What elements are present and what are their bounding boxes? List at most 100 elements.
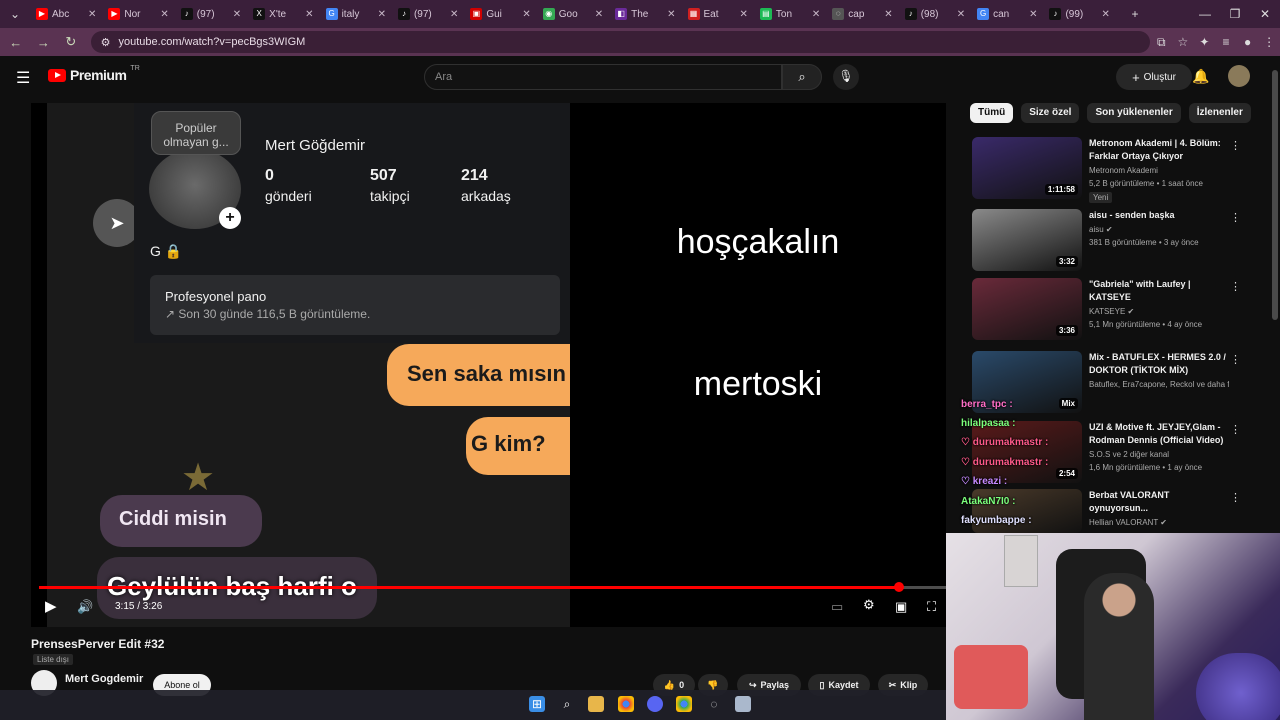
video-title[interactable]: UZI & Motive ft. JEYJEY,Glam - Rodman De… xyxy=(1089,421,1227,447)
tab-close-icon[interactable]: ✕ xyxy=(522,9,530,20)
browser-menu-icon[interactable]: ⋮ xyxy=(1258,35,1280,49)
tab-close-icon[interactable]: ✕ xyxy=(957,9,965,20)
install-app-icon[interactable]: ⧉ xyxy=(1150,35,1172,50)
minimize-icon[interactable]: — xyxy=(1190,7,1220,21)
obs-icon[interactable]: ◌ xyxy=(706,696,722,712)
video-title[interactable]: aisu - senden başka xyxy=(1089,209,1227,222)
chip-recent[interactable]: Son yüklenenler xyxy=(1087,103,1181,123)
video-thumbnail[interactable]: 1:11:58 xyxy=(972,137,1082,199)
video-thumbnail[interactable]: 3:36 xyxy=(972,278,1082,340)
profile-icon[interactable]: ● xyxy=(1237,35,1259,49)
video-title[interactable]: Metronom Akademi | 4. Bölüm: Farklar Ort… xyxy=(1089,137,1227,163)
video-title[interactable]: Berbat VALORANT oynuyorsun... xyxy=(1089,489,1227,515)
browser-tab[interactable]: Gitaly ✕ xyxy=(320,3,392,25)
channel-name-main[interactable]: Mert Gogdemir xyxy=(65,673,143,685)
progress-scrubber[interactable] xyxy=(893,582,904,592)
browser-tab[interactable]: ▣ Gui ✕ xyxy=(464,3,536,25)
chip-for-you[interactable]: Size özel xyxy=(1021,103,1080,123)
chip-all[interactable]: Tümü xyxy=(970,103,1014,123)
recommendation-item[interactable]: 2:54 UZI & Motive ft. JEYJEY,Glam - Rodm… xyxy=(972,421,1241,485)
channel-name[interactable]: Hellian VALORANT ✔ xyxy=(1089,518,1167,527)
close-window-icon[interactable]: ✕ xyxy=(1250,7,1280,21)
tab-close-icon[interactable]: ✕ xyxy=(1101,9,1109,20)
browser-tab[interactable]: ▶ Abc ✕ xyxy=(30,3,102,25)
chrome-profile-icon[interactable] xyxy=(676,696,692,712)
discord-icon[interactable] xyxy=(647,696,663,712)
browser-tab[interactable]: ♪ (99) ✕ xyxy=(1043,3,1115,25)
video-thumbnail[interactable]: 3:32 xyxy=(972,209,1082,271)
video-title[interactable]: "Gabriela" with Laufey | KATSEYE xyxy=(1089,278,1227,304)
account-avatar[interactable] xyxy=(1228,65,1250,87)
search-input[interactable]: Ara xyxy=(424,64,782,90)
more-options-icon[interactable]: ⋮ xyxy=(1230,353,1241,366)
more-options-icon[interactable]: ⋮ xyxy=(1230,280,1241,293)
settings-gear-icon[interactable]: ⚙ xyxy=(863,597,875,613)
forward-icon[interactable]: → xyxy=(32,35,56,50)
taskbar-search-icon[interactable]: ⌕ xyxy=(559,696,575,712)
volume-icon[interactable]: 🔊 xyxy=(77,599,93,615)
video-thumbnail[interactable]: 2:54 xyxy=(972,421,1082,483)
channel-name[interactable]: Batuflex, Era7capone, Reckol ve daha faz… xyxy=(1089,380,1229,389)
recommendation-item[interactable]: 3:36 "Gabriela" with Laufey | KATSEYE KA… xyxy=(972,278,1241,342)
fullscreen-icon[interactable]: ⛶ xyxy=(927,599,936,615)
more-options-icon[interactable]: ⋮ xyxy=(1230,139,1241,152)
channel-name[interactable]: KATSEYE ✔ xyxy=(1089,307,1134,316)
tab-search-icon[interactable]: ⌄ xyxy=(0,7,30,21)
browser-tab[interactable]: ▦ Eat ✕ xyxy=(682,3,754,25)
tab-close-icon[interactable]: ✕ xyxy=(667,9,675,20)
tab-close-icon[interactable]: ✕ xyxy=(595,9,603,20)
site-info-icon[interactable]: ⚙ xyxy=(101,36,111,49)
play-icon[interactable]: ▶ xyxy=(45,597,57,615)
voice-search-icon[interactable]: 🎙 xyxy=(833,64,859,90)
browser-tab[interactable]: ▤ Ton ✕ xyxy=(754,3,826,25)
address-bar[interactable]: ⚙ youtube.com/watch?v=pecBgs3WIGM xyxy=(90,31,1151,53)
chip-watched[interactable]: İzlenenler xyxy=(1188,103,1251,123)
tab-close-icon[interactable]: ✕ xyxy=(160,9,168,20)
back-icon[interactable]: ← xyxy=(4,35,28,50)
tab-close-icon[interactable]: ✕ xyxy=(1029,9,1037,20)
browser-tab[interactable]: X X'te ✕ xyxy=(247,3,319,25)
reload-icon[interactable]: ↻ xyxy=(59,34,83,50)
tab-close-icon[interactable]: ✕ xyxy=(884,9,892,20)
browser-tab[interactable]: ▶ Nor ✕ xyxy=(102,3,174,25)
search-button[interactable]: ⌕ xyxy=(782,64,822,90)
file-explorer-icon[interactable] xyxy=(588,696,604,712)
tab-close-icon[interactable]: ✕ xyxy=(305,9,313,20)
tab-close-icon[interactable]: ✕ xyxy=(378,9,386,20)
more-options-icon[interactable]: ⋮ xyxy=(1230,491,1241,504)
tab-close-icon[interactable]: ✕ xyxy=(233,9,241,20)
start-icon[interactable]: ⊞ xyxy=(529,696,545,712)
chrome-icon[interactable] xyxy=(618,696,634,712)
bookmark-star-icon[interactable]: ☆ xyxy=(1172,35,1194,49)
miniplayer-icon[interactable]: ▣ xyxy=(895,599,907,615)
maximize-icon[interactable]: ❐ xyxy=(1220,7,1250,21)
create-button[interactable]: + Oluştur xyxy=(1116,64,1192,90)
more-options-icon[interactable]: ⋮ xyxy=(1230,211,1241,224)
channel-name[interactable]: S.O.S ve 2 diğer kanal xyxy=(1089,450,1169,459)
browser-tab[interactable]: ◉ Goo ✕ xyxy=(537,3,609,25)
browser-tab[interactable]: ◌ cap ✕ xyxy=(826,3,898,25)
media-controls-icon[interactable]: ≡ xyxy=(1215,35,1237,49)
browser-tab[interactable]: ◧ The ✕ xyxy=(609,3,681,25)
channel-name[interactable]: aisu ✔ xyxy=(1089,225,1113,234)
browser-tab[interactable]: ♪ (97) ✕ xyxy=(392,3,464,25)
browser-tab[interactable]: ♪ (97) ✕ xyxy=(175,3,247,25)
tab-close-icon[interactable]: ✕ xyxy=(740,9,748,20)
notifications-bell-icon[interactable]: 🔔 xyxy=(1192,68,1209,85)
browser-tab[interactable]: ▭Me✕ xyxy=(1116,3,1120,25)
browser-tab[interactable]: Gcan ✕ xyxy=(971,3,1043,25)
video-title[interactable]: Mix - BATUFLEX - HERMES 2.0 / DOKTOR (Tİ… xyxy=(1089,351,1227,377)
recommendation-item[interactable]: 3:32 aisu - senden başka aisu ✔ 381 B gö… xyxy=(972,209,1241,273)
browser-tab[interactable]: ♪ (98) ✕ xyxy=(899,3,971,25)
subtitles-icon[interactable]: ▭ xyxy=(831,599,843,615)
progress-bar[interactable] xyxy=(39,582,946,592)
page-scrollbar[interactable] xyxy=(1272,70,1278,320)
more-options-icon[interactable]: ⋮ xyxy=(1230,423,1241,436)
recommendation-item[interactable]: 1:11:58 Metronom Akademi | 4. Bölüm: Far… xyxy=(972,137,1241,203)
new-tab-button[interactable]: + xyxy=(1120,7,1150,21)
tab-close-icon[interactable]: ✕ xyxy=(450,9,458,20)
video-player[interactable]: ➤ Popüler olmayan g... + Mert Göğdemir 0… xyxy=(31,103,946,627)
menu-icon[interactable]: ☰ xyxy=(16,68,30,88)
tab-close-icon[interactable]: ✕ xyxy=(812,9,820,20)
channel-name[interactable]: Metronom Akademi xyxy=(1089,166,1158,175)
